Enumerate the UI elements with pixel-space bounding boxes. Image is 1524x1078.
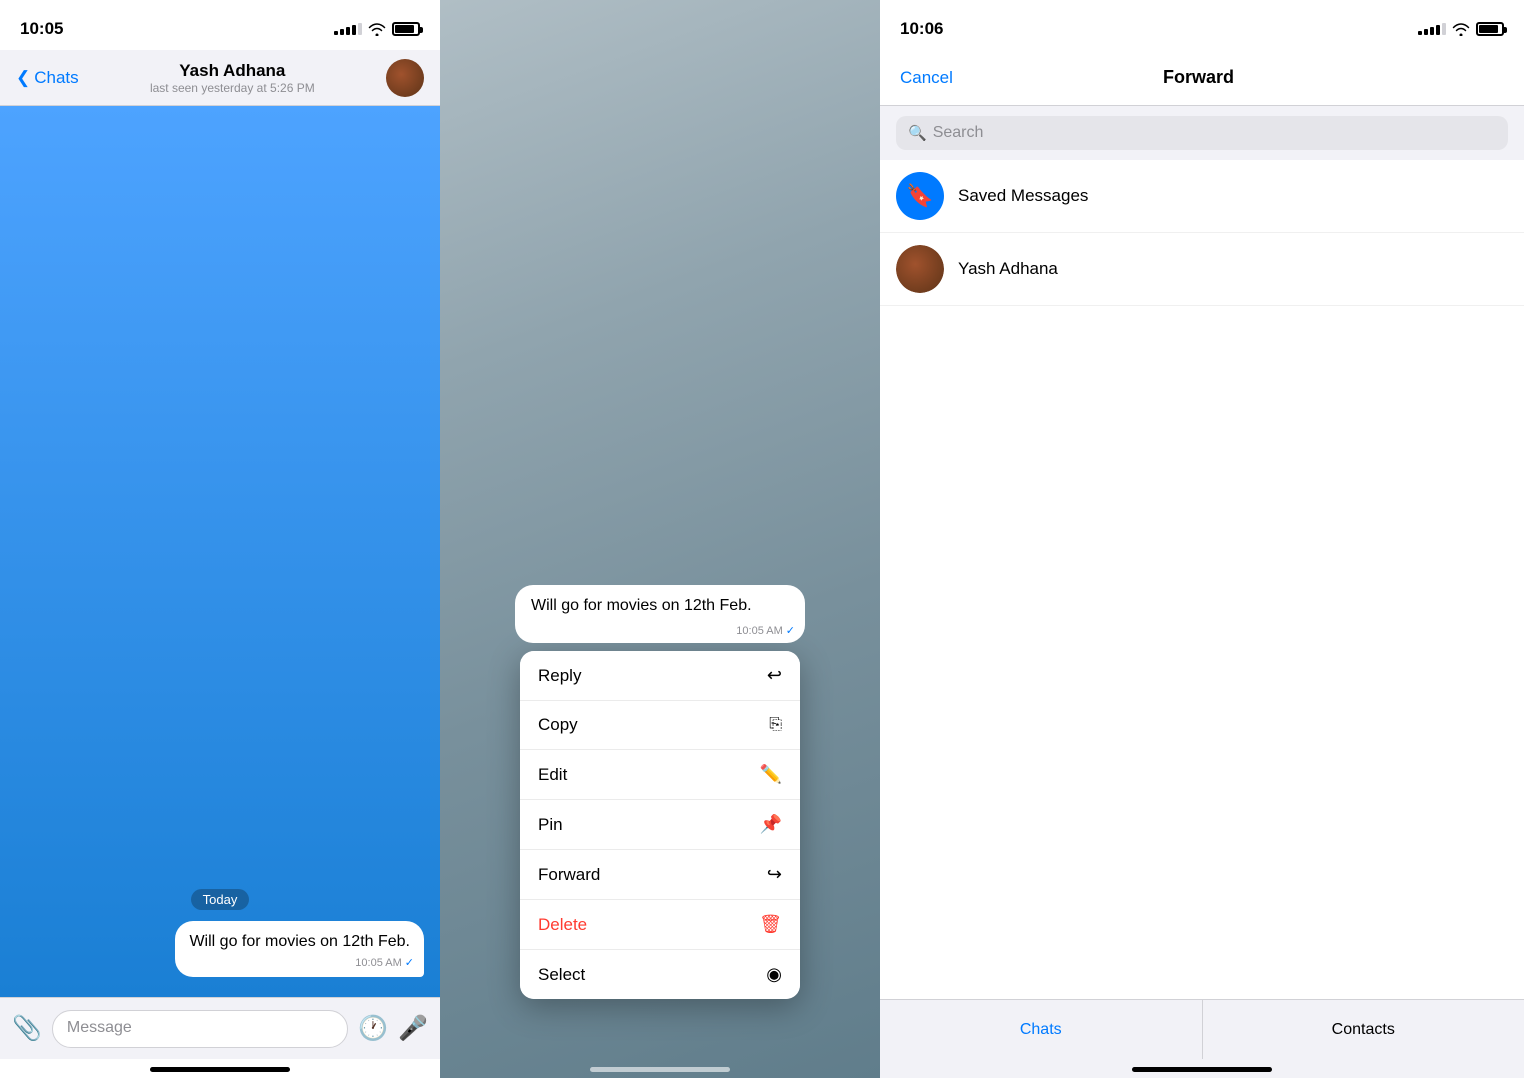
- context-forward-label: Forward: [538, 865, 600, 885]
- contact-yash-adhana[interactable]: Yash Adhana: [880, 233, 1524, 306]
- forward-nav: Cancel Forward: [880, 50, 1524, 106]
- battery-icon-3: [1476, 22, 1504, 36]
- status-icons-1: [334, 22, 420, 36]
- context-menu-screen: Will go for movies on 12th Feb. 10:05 AM…: [440, 0, 880, 1078]
- floating-message-text: Will go for movies on 12th Feb.: [531, 597, 752, 614]
- wifi-icon-3: [1452, 23, 1470, 36]
- bookmark-icon: 🔖: [906, 183, 933, 209]
- context-pin-label: Pin: [538, 815, 563, 835]
- pin-icon: 📌: [760, 814, 782, 835]
- context-reply-label: Reply: [538, 666, 581, 686]
- floating-checkmark-icon: ✓: [786, 624, 795, 637]
- message-input[interactable]: Message: [52, 1010, 348, 1048]
- home-indicator-3: [1132, 1067, 1272, 1072]
- tab-contacts-label: Contacts: [1332, 1021, 1395, 1039]
- tab-chats-label: Chats: [1020, 1021, 1062, 1039]
- context-select-label: Select: [538, 965, 585, 985]
- context-delete-label: Delete: [538, 915, 587, 935]
- search-container: 🔍 Search: [880, 106, 1524, 160]
- last-seen: last seen yesterday at 5:26 PM: [79, 81, 386, 95]
- context-edit[interactable]: Edit ✏️: [520, 750, 800, 800]
- contact-list: 🔖 Saved Messages Yash Adhana: [880, 160, 1524, 999]
- signal-icon-3: [1418, 23, 1446, 35]
- message-text: Will go for movies on 12th Feb.: [189, 933, 410, 950]
- saved-messages-avatar: 🔖: [896, 172, 944, 220]
- context-menu: Reply ↩ Copy ⎘ Edit ✏️ Pin 📌 Forward ↪ D…: [520, 651, 800, 999]
- context-copy-label: Copy: [538, 715, 578, 735]
- message-bubble[interactable]: Will go for movies on 12th Feb. 10:05 AM…: [175, 921, 424, 977]
- context-delete[interactable]: Delete 🗑: [520, 900, 800, 950]
- attach-icon[interactable]: 📎: [12, 1014, 42, 1043]
- reply-icon: ↩: [767, 665, 782, 686]
- message-placeholder: Message: [67, 1019, 132, 1036]
- context-edit-label: Edit: [538, 765, 567, 785]
- status-icons-3: [1418, 22, 1504, 36]
- forward-icon: ↪: [767, 864, 782, 885]
- yash-avatar-image: [896, 245, 944, 293]
- context-menu-content: Will go for movies on 12th Feb. 10:05 AM…: [440, 585, 880, 1059]
- context-reply[interactable]: Reply ↩: [520, 651, 800, 701]
- context-select[interactable]: Select ◉: [520, 950, 800, 999]
- yash-name: Yash Adhana: [958, 259, 1058, 279]
- avatar-image: [386, 59, 424, 97]
- chat-nav-bar: ❮ Chats Yash Adhana last seen yesterday …: [0, 50, 440, 106]
- select-icon: ◉: [766, 964, 782, 985]
- nav-title-block: Yash Adhana last seen yesterday at 5:26 …: [79, 61, 386, 95]
- status-time-1: 10:05: [20, 19, 63, 39]
- chat-screen: 10:05 ❮ Chats Yash Adhan: [0, 0, 440, 1078]
- input-bar: 📎 Message 🕐 🎤: [0, 997, 440, 1059]
- sticker-icon[interactable]: 🕐: [358, 1014, 388, 1043]
- back-label: Chats: [34, 68, 78, 88]
- contact-name: Yash Adhana: [79, 61, 386, 81]
- home-indicator-2: [590, 1067, 730, 1072]
- status-time-3: 10:06: [900, 19, 943, 39]
- context-copy[interactable]: Copy ⎘: [520, 701, 800, 750]
- tab-contacts[interactable]: Contacts: [1203, 1000, 1524, 1059]
- message-time: 10:05 AM ✓: [355, 956, 414, 971]
- saved-messages-name: Saved Messages: [958, 186, 1088, 206]
- floating-message-bubble: Will go for movies on 12th Feb. 10:05 AM…: [515, 585, 805, 643]
- checkmark-icon: ✓: [405, 956, 414, 971]
- back-button[interactable]: ❮ Chats: [16, 68, 79, 88]
- search-icon: 🔍: [908, 124, 927, 142]
- signal-icon: [334, 23, 362, 35]
- search-bar[interactable]: 🔍 Search: [896, 116, 1508, 150]
- tab-chats[interactable]: Chats: [880, 1000, 1203, 1059]
- delete-icon: 🗑: [759, 914, 782, 935]
- bottom-tabs: Chats Contacts: [880, 999, 1524, 1059]
- edit-icon: ✏️: [760, 764, 782, 785]
- cancel-button[interactable]: Cancel: [900, 68, 953, 88]
- date-badge: Today: [16, 891, 424, 909]
- copy-icon: ⎘: [769, 716, 782, 734]
- status-bar-3: 10:06: [880, 0, 1524, 50]
- chevron-left-icon: ❮: [16, 68, 30, 88]
- avatar[interactable]: [386, 59, 424, 97]
- mic-icon[interactable]: 🎤: [398, 1014, 428, 1043]
- chat-body: Today Will go for movies on 12th Feb. 10…: [0, 106, 440, 997]
- yash-avatar: [896, 245, 944, 293]
- battery-icon: [392, 22, 420, 36]
- forward-title: Forward: [1163, 67, 1234, 88]
- context-forward[interactable]: Forward ↪: [520, 850, 800, 900]
- floating-message-time: 10:05 AM ✓: [736, 624, 795, 637]
- contact-saved-messages[interactable]: 🔖 Saved Messages: [880, 160, 1524, 233]
- home-indicator: [150, 1067, 290, 1072]
- wifi-icon: [368, 23, 386, 36]
- status-bar-1: 10:05: [0, 0, 440, 50]
- forward-screen: 10:06 Cancel Forward 🔍: [880, 0, 1524, 1078]
- context-pin[interactable]: Pin 📌: [520, 800, 800, 850]
- search-placeholder: Search: [933, 124, 984, 142]
